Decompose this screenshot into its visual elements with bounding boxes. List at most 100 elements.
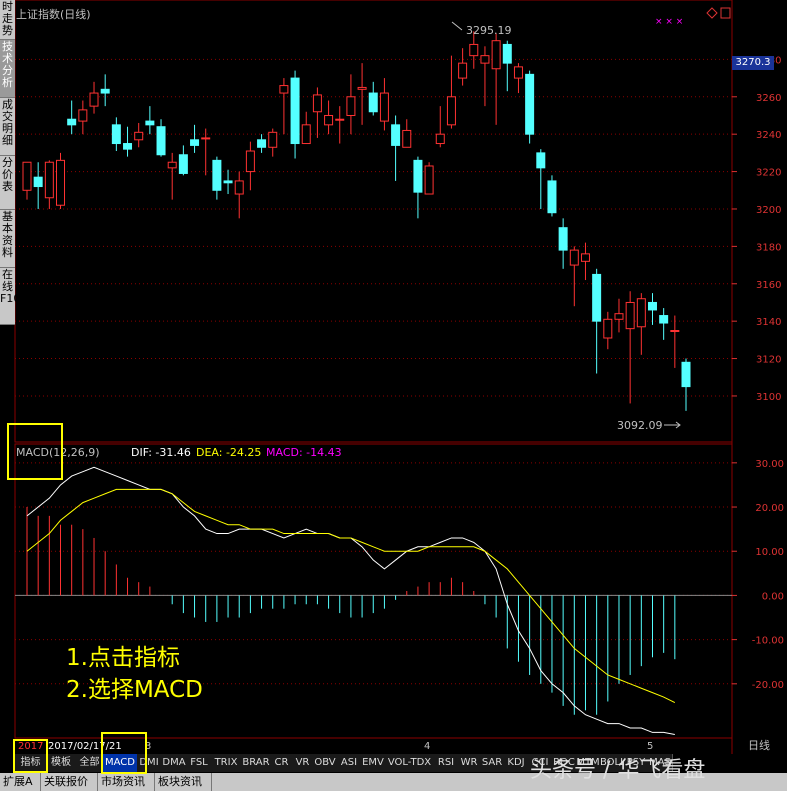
candle-down	[212, 159, 222, 191]
instruction-step-1: 1.点击指标	[66, 645, 180, 671]
candle-down	[156, 126, 166, 156]
indicator-tab-cr[interactable]: CR	[271, 754, 293, 772]
candle-down	[502, 43, 512, 64]
bottom-tab-ext[interactable]: 扩展A	[0, 773, 41, 791]
candle-up	[335, 118, 345, 121]
dea-value: DEA: -24.25	[196, 446, 261, 459]
candle-up	[56, 159, 66, 206]
candle-up	[458, 62, 468, 79]
price-tick-label: 3220	[756, 168, 781, 179]
watermark: 头条号 / 华飞看盘	[530, 758, 706, 783]
macd-tick-label: -10.00	[752, 636, 784, 647]
candle-up	[324, 114, 334, 126]
left-tab-f10[interactable]: 在线F10	[0, 268, 20, 325]
candle-up	[469, 43, 479, 57]
left-tab-price-table[interactable]: 分价表	[0, 156, 15, 210]
indicator-tab-vr[interactable]: VR	[292, 754, 314, 772]
indicator-tab-dma[interactable]: DMA	[161, 754, 188, 772]
price-panel-frame	[14, 0, 733, 443]
left-tab-fundamentals[interactable]: 基本资料	[0, 210, 15, 268]
candle-up	[569, 249, 579, 266]
indicator-tab-emv[interactable]: EMV	[361, 754, 386, 772]
indicator-tab-obv[interactable]: OBV	[313, 754, 338, 772]
candle-up	[625, 301, 635, 330]
candle-up	[424, 165, 434, 195]
candle-up	[402, 129, 412, 148]
indicator-tab--[interactable]: 全部	[76, 754, 104, 772]
bottom-tab-market-news[interactable]: 市场资讯	[98, 773, 155, 791]
indicator-tab-fsl[interactable]: FSL	[187, 754, 212, 772]
candle-down	[681, 361, 691, 388]
diamond-icon	[706, 7, 718, 19]
candle-up	[245, 150, 255, 173]
candle-up	[78, 109, 88, 122]
candle-down	[33, 176, 43, 188]
indicator-tab-asi[interactable]: ASI	[337, 754, 362, 772]
indicator-tab-kdj[interactable]: KDJ	[504, 754, 529, 772]
chart-marks: × × ×	[655, 17, 683, 27]
macd-tick-label: 0.00	[762, 591, 784, 602]
macd-tick-label: -20.00	[752, 680, 784, 691]
candle-down	[659, 315, 669, 324]
indicator-tab-wr[interactable]: WR	[458, 754, 481, 772]
candle-up	[89, 92, 99, 107]
macd-value: MACD: -14.43	[266, 446, 342, 459]
indicator-tab-rsi[interactable]: RSI	[434, 754, 459, 772]
low-price-label: 3092.09	[617, 419, 663, 432]
candle-up	[44, 161, 54, 199]
candle-up	[614, 313, 624, 320]
period-label: 日线	[748, 738, 770, 752]
candle-down	[100, 88, 110, 94]
candle-up	[480, 55, 490, 64]
instruction-annotation: 1.点击指标 2.选择MACD	[66, 642, 203, 706]
candle-up	[435, 133, 445, 145]
candle-down	[391, 124, 401, 146]
left-tab-strip: 时走势 技术分析 成交明细 分价表 基本资料 在线F10	[0, 0, 20, 325]
candle-down	[647, 301, 657, 311]
high-price-label: 3295.19	[466, 24, 512, 37]
candle-down	[536, 152, 546, 169]
candle-up	[22, 161, 32, 191]
indicator-tab--[interactable]: 模板	[46, 754, 77, 772]
price-tick-label: 3100	[756, 392, 781, 403]
macd-tick-label: 10.00	[755, 547, 784, 558]
macd-tab-highlight	[101, 732, 147, 774]
window-icon	[720, 7, 731, 19]
bottom-tab-sector-news[interactable]: 板块资讯	[155, 773, 212, 791]
high-arrow	[451, 21, 463, 31]
candle-down	[67, 118, 77, 126]
left-tab-trades[interactable]: 成交明细	[0, 98, 15, 156]
indicator-tab-vol-tdx[interactable]: VOL-TDX	[385, 754, 435, 772]
candle-up	[357, 86, 367, 90]
candle-down	[525, 73, 535, 135]
candle-down	[558, 227, 568, 251]
macd-tick-label: 30.00	[755, 459, 784, 470]
macd-tick-label: 20.00	[755, 503, 784, 514]
low-arrow	[664, 421, 681, 429]
candle-down	[413, 159, 423, 193]
candle-down	[123, 143, 133, 150]
candle-up	[346, 96, 356, 116]
candle-up	[301, 124, 311, 145]
left-tab-technical[interactable]: 技术分析	[0, 40, 15, 98]
bottom-tab-related[interactable]: 关联报价	[41, 773, 98, 791]
candle-down	[290, 77, 300, 145]
price-tick-label: 3160	[756, 280, 781, 291]
candle-up	[279, 85, 289, 94]
candle-up	[603, 318, 613, 339]
candle-up	[446, 96, 456, 126]
candle-down	[223, 180, 233, 184]
candle-up	[234, 180, 244, 195]
indicator-tab-trix[interactable]: TRIX	[211, 754, 242, 772]
last-price-tag: 3270.3	[732, 56, 774, 70]
indicator-tab-brar[interactable]: BRAR	[241, 754, 272, 772]
candle-up	[268, 131, 278, 148]
left-tab-intraday[interactable]: 时走势	[0, 0, 15, 40]
candle-down	[178, 154, 188, 174]
candle-up	[580, 253, 590, 262]
candle-up	[670, 330, 680, 333]
indicator-tab-sar[interactable]: SAR	[480, 754, 505, 772]
candle-up	[636, 298, 646, 328]
macd-label-highlight	[7, 423, 63, 480]
candle-up	[167, 161, 177, 169]
